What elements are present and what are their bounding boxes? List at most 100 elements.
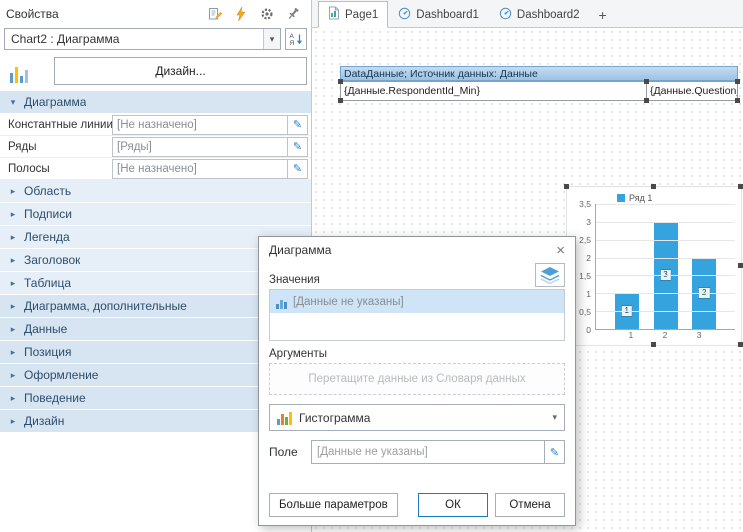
selection-handle[interactable] [738,184,743,189]
chevron-down-icon[interactable]: ▾ [263,29,280,49]
selection-handle[interactable] [338,98,343,103]
data-band-row[interactable]: {Данные.RespondentId_Min} {Данные.Questi… [340,81,738,101]
layers-icon [539,266,561,284]
gridline [596,204,735,205]
object-selector-value: Chart2 : Диаграмма [5,29,263,49]
mini-bar [25,70,28,83]
selection-handle[interactable] [651,342,656,347]
object-selector[interactable]: Chart2 : Диаграмма ▾ [4,28,281,50]
y-tick-label: 2,5 [579,235,591,245]
more-parameters-button[interactable]: Больше параметров [269,493,398,517]
chevron-right-icon: ▸ [9,393,17,404]
property-value-box[interactable]: [Ряды] [112,137,288,157]
edit-pencil-button[interactable]: ✎ [288,115,308,135]
selection-handle[interactable] [651,184,656,189]
field-placeholder: [Данные не указаны] [312,441,544,463]
arguments-drop-area[interactable]: Перетащите данные из Словаря данных [269,363,565,395]
field-row: Поле [Данные не указаны] ✎ [269,440,565,464]
selection-handle[interactable] [738,342,743,347]
chart-type-icon[interactable] [4,57,48,85]
selection-handle[interactable] [644,98,649,103]
chevron-right-icon: ▸ [9,209,17,220]
tab-dashboard1[interactable]: Dashboard1 [388,2,489,27]
page-icon [328,6,340,23]
design-row: Дизайн... [0,53,311,91]
chevron-right-icon: ▸ [9,255,17,266]
y-tick-label: 1,5 [579,271,591,281]
add-tab-button[interactable]: + [590,2,616,27]
mini-bar [281,414,284,425]
histogram-icon [277,411,292,425]
selection-handle[interactable] [644,79,649,84]
legend-label: Ряд 1 [629,193,652,203]
edit-pencil-button[interactable]: ✎ [544,441,564,463]
field-input[interactable]: [Данные не указаны] ✎ [311,440,565,464]
chart-widget[interactable]: Ряд 1 3,532,521,510,50 132 123 [566,186,742,346]
subsection-label: Таблица [24,276,71,290]
selection-handle[interactable] [564,184,569,189]
mini-bar [276,304,279,309]
events-icon[interactable] [229,3,253,25]
selection-handle[interactable] [738,263,743,268]
subsection-header[interactable]: ▸Подписи [0,203,311,226]
x-tick-label: 3 [697,330,702,342]
edit-pencil-button[interactable]: ✎ [288,137,308,157]
dashboard-icon [499,7,512,23]
y-tick-label: 1 [586,289,591,299]
field-label: Поле [269,445,301,459]
chart-dialog: Диаграмма × Значения [Данные не указаны]… [258,236,576,526]
close-icon[interactable]: × [556,243,565,258]
x-tick-label: 1 [628,330,633,342]
property-value-box[interactable]: [Не назначено] [112,159,288,179]
chart-type-combo[interactable]: Гистограмма ▾ [269,404,565,431]
y-tick-label: 3,5 [579,199,591,209]
tab-label: Dashboard2 [517,9,580,21]
mini-bar [284,302,287,309]
gridline [596,275,735,276]
tab-label: Dashboard1 [416,9,479,21]
data-band-header[interactable]: DataДанные; Источник данных: Данные [340,66,738,81]
settings-icon[interactable] [255,3,279,25]
selection-handle[interactable] [735,79,740,84]
tab-page1[interactable]: Page1 [318,1,388,28]
section-label: Поведение [24,391,86,405]
chart-legend: Ряд 1 [617,191,735,204]
tab-dashboard2[interactable]: Dashboard2 [489,2,590,27]
property-label: Полосы [8,163,112,175]
ok-button[interactable]: ОК [418,493,488,517]
subsection-header[interactable]: ▸Область [0,180,311,203]
dialog-buttons: Больше параметров ОК Отмена [269,493,565,517]
panel-title: Свойства [6,7,201,21]
y-tick-label: 0,5 [579,307,591,317]
chevron-down-icon[interactable]: ▾ [552,412,557,423]
chevron-right-icon: ▸ [9,324,17,335]
object-selector-row: Chart2 : Диаграмма ▾ А Я [0,27,311,53]
gridline [596,293,735,294]
dialog-title: Диаграмма [269,243,331,257]
dialog-titlebar[interactable]: Диаграмма × [259,237,575,263]
property-value-box[interactable]: [Не назначено] [112,115,288,135]
chevron-right-icon: ▸ [9,347,17,358]
property-pages-icon[interactable] [203,3,227,25]
plot-column: 132 123 [595,204,735,342]
selection-handle[interactable] [735,98,740,103]
properties-header: Свойства [0,0,311,27]
design-button[interactable]: Дизайн... [54,57,307,85]
edit-pencil-button[interactable]: ✎ [288,159,308,179]
cancel-button[interactable]: Отмена [495,493,565,517]
pin-icon[interactable] [281,3,305,25]
values-listbox[interactable]: [Данные не указаны] [269,289,565,341]
gridline [596,240,735,241]
property-editor: [Не назначено]✎ [112,115,308,135]
values-list-item[interactable]: [Данные не указаны] [270,290,564,313]
section-label: Диаграмма, дополнительные [24,299,187,313]
sort-az-button[interactable]: А Я [285,28,307,50]
layers-button[interactable] [535,263,565,287]
bar-chart-icon [276,295,287,309]
arguments-label: Аргументы [269,348,565,360]
subsection-label: Заголовок [24,253,80,267]
selection-handle[interactable] [338,79,343,84]
section-chart[interactable]: ▾ Диаграмма [0,91,311,114]
text-cell[interactable]: {Данные.Question_5_S [647,82,737,100]
text-cell[interactable]: {Данные.RespondentId_Min} [341,82,647,100]
